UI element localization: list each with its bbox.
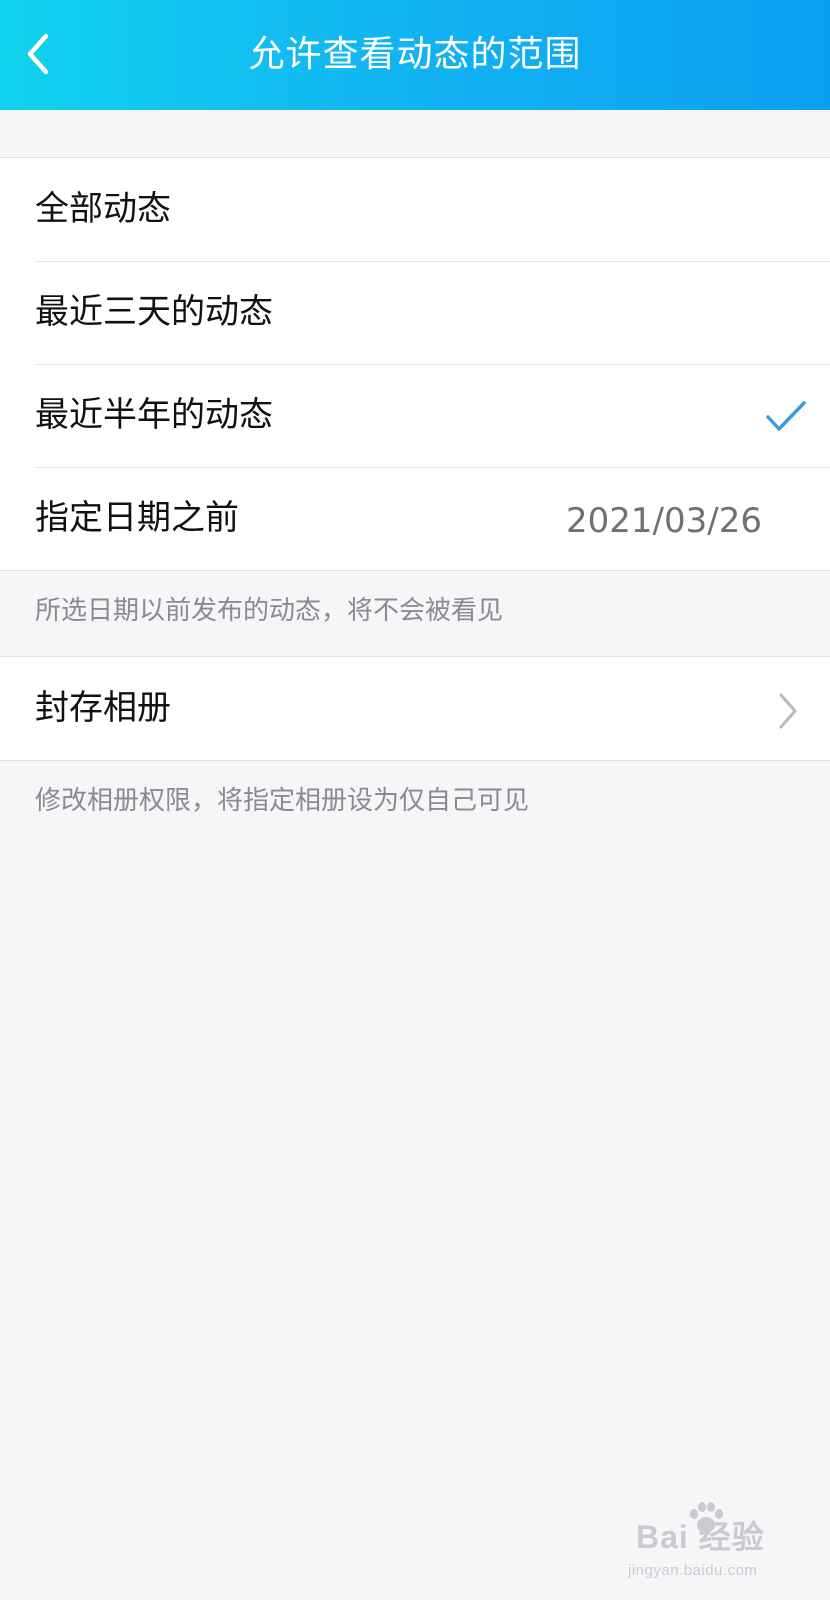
chevron-right-icon	[779, 693, 797, 729]
option-last-three-days[interactable]: 最近三天的动态	[0, 261, 830, 364]
option-last-half-year[interactable]: 最近半年的动态	[0, 364, 830, 467]
title-bar: 允许查看动态的范围	[0, 0, 830, 110]
paw-icon	[690, 1502, 723, 1533]
chevron-left-icon	[27, 33, 49, 75]
album-label: 封存相册	[35, 688, 171, 728]
selected-date: 2021/03/26	[566, 501, 762, 541]
range-note: 所选日期以前发布的动态，将不会被看见	[35, 596, 504, 626]
watermark: Bai 经验 jingyan.baidu.com	[628, 1502, 798, 1592]
watermark-url: jingyan.baidu.com	[628, 1562, 758, 1579]
archive-album-row[interactable]: 封存相册	[0, 657, 830, 760]
option-before-date[interactable]: 指定日期之前 2021/03/26	[0, 467, 830, 570]
page-title: 允许查看动态的范围	[248, 34, 582, 75]
back-button[interactable]	[14, 26, 62, 82]
album-list: 封存相册	[0, 656, 830, 761]
check-icon	[766, 401, 806, 431]
album-note: 修改相册权限，将指定相册设为仅自己可见	[35, 786, 530, 816]
option-all-posts[interactable]: 全部动态	[0, 158, 830, 261]
option-label: 指定日期之前	[35, 498, 239, 538]
option-label: 最近半年的动态	[35, 395, 273, 435]
option-label: 最近三天的动态	[35, 292, 273, 332]
option-label: 全部动态	[35, 189, 171, 229]
range-options-list: 全部动态 最近三天的动态 最近半年的动态 指定日期之前 2021/03/26	[0, 157, 830, 571]
